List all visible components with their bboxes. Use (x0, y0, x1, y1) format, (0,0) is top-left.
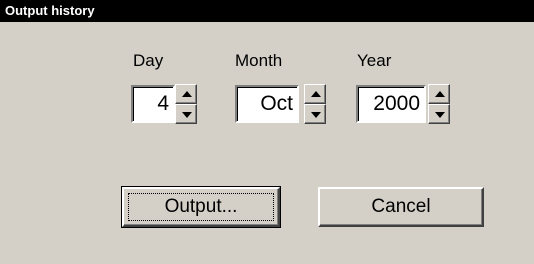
output-history-dialog: Output history Day 4 Month Oct Year 2000 (0, 0, 534, 264)
down-arrow-icon (182, 112, 192, 118)
month-label: Month (235, 51, 283, 70)
month-decrement-button[interactable] (304, 104, 326, 124)
day-field[interactable]: 4 (131, 85, 175, 123)
up-arrow-icon (435, 91, 445, 97)
month-spinner (304, 84, 326, 124)
day-label: Day (133, 51, 164, 70)
cancel-button-label: Cancel (371, 196, 431, 217)
year-decrement-button[interactable] (428, 104, 450, 124)
down-arrow-icon (435, 112, 445, 118)
output-button-label: Output... (164, 196, 238, 217)
month-increment-button[interactable] (304, 84, 326, 104)
up-arrow-icon (311, 91, 321, 97)
year-increment-button[interactable] (428, 84, 450, 104)
up-arrow-icon (182, 91, 192, 97)
day-decrement-button[interactable] (175, 104, 197, 124)
down-arrow-icon (311, 112, 321, 118)
day-spinner (175, 84, 197, 124)
title-bar: Output history (0, 0, 534, 22)
cancel-button[interactable]: Cancel (318, 187, 484, 227)
year-field[interactable]: 2000 (356, 85, 426, 123)
year-label: Year (357, 51, 392, 70)
month-field[interactable]: Oct (235, 85, 299, 123)
output-button[interactable]: Output... (121, 186, 281, 228)
day-increment-button[interactable] (175, 84, 197, 104)
year-spinner (428, 84, 450, 124)
